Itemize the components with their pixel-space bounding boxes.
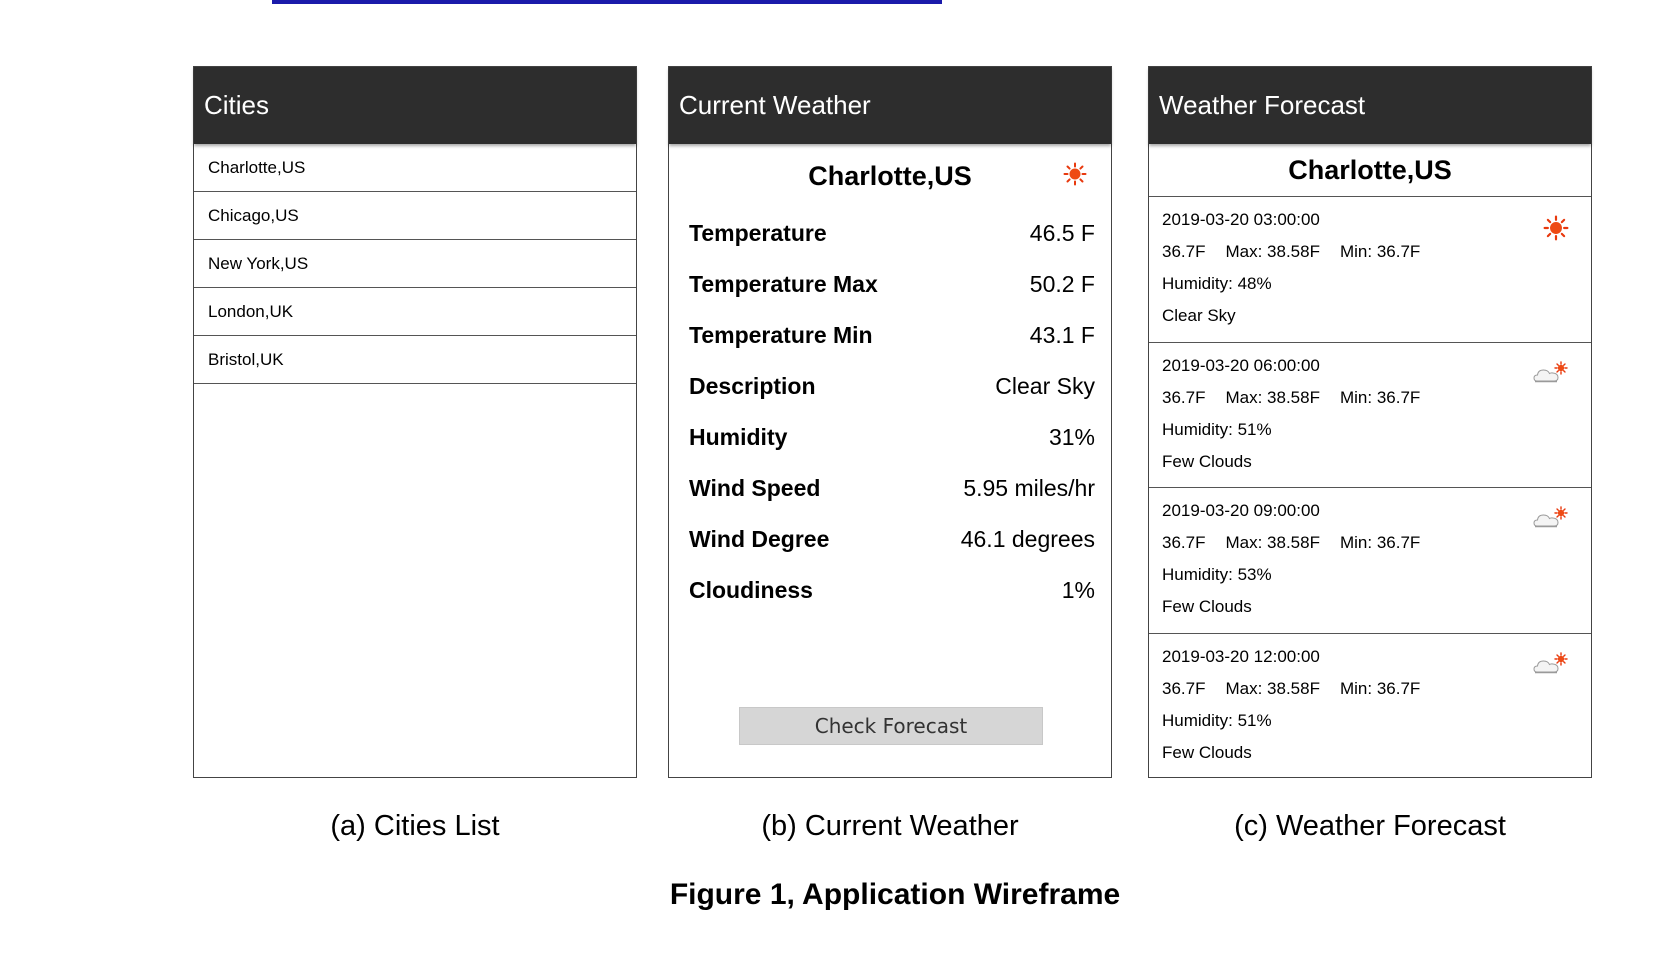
forecast-description: Few Clouds [1162,597,1252,616]
forecast-min: Min: 36.7F [1339,678,1421,698]
value-temperature: 46.5 F [1029,220,1095,246]
forecast-description: Few Clouds [1162,451,1252,471]
forecast-temps: 36.7F Max: 38.58F Min: 36.7F [1162,387,1591,419]
current-weather-details: Temperature 46.5 F Temperature Max 50.2 F … [669,208,1111,616]
figure-caption: Figure 1, Application Wireframe [669,878,1121,911]
city-item-charlotte[interactable]: Charlotte,US [194,144,636,192]
label-cloudiness: Cloudiness [689,577,813,603]
city-item-london[interactable]: London,UK [194,288,636,336]
forecast-humidity: Humidity: 48% [1162,274,1272,293]
row-humidity: Humidity 31% [689,412,1095,463]
sun-icon [1543,215,1569,246]
value-description: Clear Sky [995,373,1095,399]
forecast-humidity: Humidity: 51% [1162,710,1272,730]
forecast-min: Min: 36.7F [1339,533,1421,552]
row-description: Description Clear Sky [689,361,1095,412]
cloud-sun-icon [1533,651,1569,681]
forecast-temp: 36.7F [1162,387,1206,407]
value-temperature-max: 50.2 F [1029,271,1095,297]
cities-header: Cities [194,67,636,144]
forecast-temps: 36.7F Max: 38.58F Min: 36.7F [1162,678,1591,710]
label-temperature: Temperature [689,220,827,246]
forecast-max: Max: 38.58F [1225,242,1320,261]
forecast-temp: 36.7F [1162,242,1206,261]
weather-forecast-panel: Weather Forecast Charlotte,US 2019-03-20… [1148,66,1592,778]
forecast-temps: 36.7F Max: 38.58F Min: 36.7F [1162,241,1591,273]
forecast-datetime: 2019-03-20 09:00:00 [1162,501,1320,520]
forecast-description: Clear Sky [1162,306,1236,325]
sun-icon [1063,162,1087,193]
label-temperature-max: Temperature Max [689,271,878,297]
label-wind-degree: Wind Degree [689,526,830,552]
forecast-max: Max: 38.58F [1225,387,1320,407]
forecast-temps: 36.7F Max: 38.58F Min: 36.7F [1162,532,1591,564]
forecast-datetime: 2019-03-20 12:00:00 [1162,646,1320,666]
forecast-item: 2019-03-20 06:00:00 36.7F Max: 38.58F Min:… [1149,343,1591,488]
label-description: Description [689,373,816,399]
value-cloudiness: 1% [1061,577,1095,603]
top-link-underline[interactable] [272,0,942,4]
forecast-datetime: 2019-03-20 06:00:00 [1162,355,1320,375]
forecast-humidity: Humidity: 53% [1162,565,1272,584]
row-cloudiness: Cloudiness 1% [689,565,1095,616]
forecast-temp: 36.7F [1162,678,1206,698]
forecast-min: Min: 36.7F [1339,242,1421,261]
forecast-item: 2019-03-20 03:00:00 36.7F Max: 38.58F Min:… [1149,197,1591,343]
forecast-item: 2019-03-20 12:00:00 36.7F Max: 38.58F Min:… [1149,634,1591,780]
row-wind-degree: Wind Degree 46.1 degrees [689,514,1095,565]
city-item-bristol[interactable]: Bristol,UK [194,336,636,384]
city-item-new-york[interactable]: New York,US [194,240,636,288]
current-weather-panel: Current Weather Charlotte,US Temperature… [668,66,1112,778]
forecast-humidity: Humidity: 51% [1162,419,1272,439]
forecast-temp: 36.7F [1162,533,1206,552]
row-temperature: Temperature 46.5 F [689,208,1095,259]
cloud-sun-icon [1533,506,1569,535]
caption-current-weather: (b) Current Weather [761,810,1019,842]
forecast-max: Max: 38.58F [1225,533,1320,552]
value-humidity: 31% [1048,424,1095,450]
cloud-sun-icon [1533,360,1569,390]
value-wind-speed: 5.95 miles/hr [963,475,1095,501]
value-wind-degree: 46.1 degrees [960,526,1095,552]
forecast-item: 2019-03-20 09:00:00 36.7F Max: 38.58F Min:… [1149,488,1591,634]
current-city-title: Charlotte,US [669,144,1111,208]
label-wind-speed: Wind Speed [689,475,821,501]
cities-panel: Cities Charlotte,US Chicago,US New York,… [193,66,637,778]
caption-weather-forecast: (c) Weather Forecast [1234,810,1506,842]
label-temperature-min: Temperature Min [689,322,873,348]
row-temperature-max: Temperature Max 50.2 F [689,259,1095,310]
forecast-min: Min: 36.7F [1339,387,1421,407]
city-list: Charlotte,US Chicago,US New York,US Lond… [194,144,636,384]
value-temperature-min: 43.1 F [1029,322,1095,348]
label-humidity: Humidity [689,424,788,450]
current-city-name: Charlotte,US [808,160,972,191]
forecast-max: Max: 38.58F [1225,678,1320,698]
caption-cities-list: (a) Cities List [330,810,500,842]
forecast-datetime: 2019-03-20 03:00:00 [1162,210,1320,229]
check-forecast-button[interactable]: Check Forecast [739,707,1043,745]
current-weather-header: Current Weather [669,67,1111,144]
forecast-list: 2019-03-20 03:00:00 36.7F Max: 38.58F Min:… [1149,197,1591,779]
row-temperature-min: Temperature Min 43.1 F [689,310,1095,361]
forecast-description: Few Clouds [1162,742,1252,762]
forecast-city-title: Charlotte,US [1149,144,1591,197]
forecast-header: Weather Forecast [1149,67,1591,144]
city-item-chicago[interactable]: Chicago,US [194,192,636,240]
row-wind-speed: Wind Speed 5.95 miles/hr [689,463,1095,514]
